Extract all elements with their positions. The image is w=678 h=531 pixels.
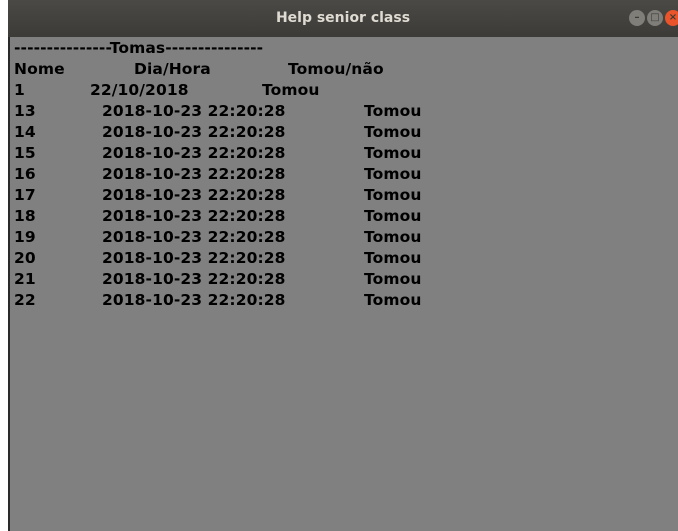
- table-row: 19 2018-10-23 22:20:28 Tomou: [14, 227, 674, 248]
- row-nome: 21: [14, 270, 36, 288]
- table-row: 13 2018-10-23 22:20:28 Tomou: [14, 101, 674, 122]
- table-row: 18 2018-10-23 22:20:28 Tomou: [14, 206, 674, 227]
- row-status: Tomou: [364, 165, 422, 183]
- row-dia-hora: 2018-10-23 22:20:28: [102, 165, 286, 183]
- first-row-data: 22/10/2018: [90, 81, 189, 99]
- row-status: Tomou: [364, 249, 422, 267]
- minimize-icon: [629, 10, 645, 26]
- table-row: 16 2018-10-23 22:20:28 Tomou: [14, 164, 674, 185]
- row-nome: 14: [14, 123, 36, 141]
- table-row: 22 2018-10-23 22:20:28 Tomou: [14, 290, 674, 311]
- section-header: ---------------Tomas---------------: [14, 39, 264, 57]
- first-row: 1 22/10/2018 Tomou: [14, 80, 674, 101]
- column-header-nome: Nome: [14, 60, 65, 78]
- maximize-icon: [647, 10, 663, 26]
- first-row-status: Tomou: [262, 81, 320, 99]
- row-nome: 20: [14, 249, 36, 267]
- table-row: 20 2018-10-23 22:20:28 Tomou: [14, 248, 674, 269]
- row-dia-hora: 2018-10-23 22:20:28: [102, 186, 286, 204]
- close-button[interactable]: [665, 10, 678, 26]
- table-row: 17 2018-10-23 22:20:28 Tomou: [14, 185, 674, 206]
- row-dia-hora: 2018-10-23 22:20:28: [102, 144, 286, 162]
- window-title: Help senior class: [275, 10, 411, 26]
- row-nome: 16: [14, 165, 36, 183]
- title-bar[interactable]: Help senior class: [8, 0, 678, 37]
- row-status: Tomou: [364, 144, 422, 162]
- app-window: Help senior class ---------------Tomas--…: [8, 0, 678, 531]
- row-status: Tomou: [364, 207, 422, 225]
- row-dia-hora: 2018-10-23 22:20:28: [102, 228, 286, 246]
- row-nome: 22: [14, 291, 36, 309]
- maximize-button[interactable]: [647, 10, 663, 26]
- row-dia-hora: 2018-10-23 22:20:28: [102, 249, 286, 267]
- table-row: 21 2018-10-23 22:20:28 Tomou: [14, 269, 674, 290]
- column-header-tomou: Tomou/não: [288, 60, 384, 78]
- close-icon: [665, 10, 678, 26]
- table-row: 15 2018-10-23 22:20:28 Tomou: [14, 143, 674, 164]
- column-header-row: Nome Dia/Hora Tomou/não: [14, 59, 674, 80]
- text-output-area[interactable]: ---------------Tomas--------------- Nome…: [8, 37, 678, 531]
- row-dia-hora: 2018-10-23 22:20:28: [102, 291, 286, 309]
- row-status: Tomou: [364, 291, 422, 309]
- row-dia-hora: 2018-10-23 22:20:28: [102, 207, 286, 225]
- row-nome: 17: [14, 186, 36, 204]
- row-status: Tomou: [364, 102, 422, 120]
- row-nome: 15: [14, 144, 36, 162]
- row-status: Tomou: [364, 123, 422, 141]
- row-dia-hora: 2018-10-23 22:20:28: [102, 102, 286, 120]
- minimize-button[interactable]: [629, 10, 645, 26]
- first-row-nome: 1: [14, 81, 25, 99]
- row-dia-hora: 2018-10-23 22:20:28: [102, 123, 286, 141]
- row-nome: 19: [14, 228, 36, 246]
- row-status: Tomou: [364, 270, 422, 288]
- row-status: Tomou: [364, 228, 422, 246]
- row-status: Tomou: [364, 186, 422, 204]
- row-dia-hora: 2018-10-23 22:20:28: [102, 270, 286, 288]
- row-nome: 13: [14, 102, 36, 120]
- table-row: 14 2018-10-23 22:20:28 Tomou: [14, 122, 674, 143]
- row-nome: 18: [14, 207, 36, 225]
- column-header-dia-hora: Dia/Hora: [134, 60, 211, 78]
